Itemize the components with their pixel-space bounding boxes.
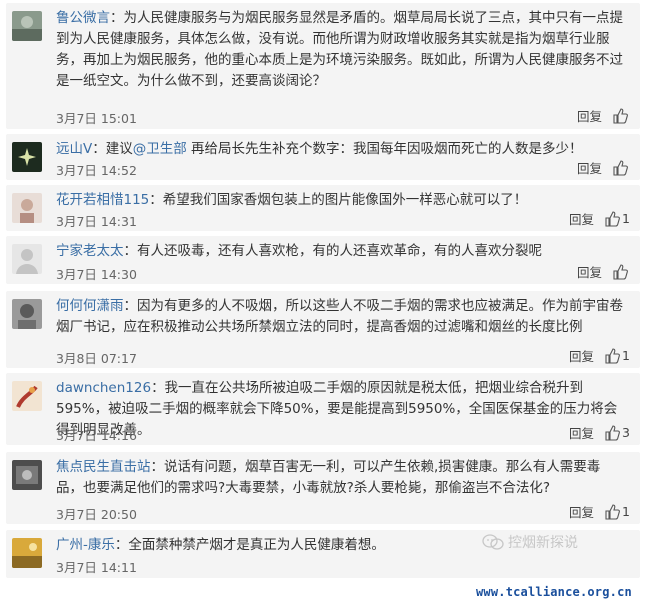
username-link[interactable]: 焦点民生直击站 bbox=[56, 459, 151, 475]
comment-body: ：有人还吸毒，还有人喜欢枪，有的人还喜欢革命，有的人喜欢分裂呢 bbox=[123, 243, 543, 259]
reply-button[interactable]: 回复 bbox=[569, 209, 594, 228]
avatar-image bbox=[12, 538, 42, 568]
comment-body: ：因为有更多的人不吸烟，所以这些人不吸二手烟的需求也应被满足。作为前宇宙卷烟厂书… bbox=[56, 298, 623, 335]
reply-button[interactable]: 回复 bbox=[569, 502, 594, 521]
timestamp: 3月8日 07:17 bbox=[56, 351, 137, 366]
username-link[interactable]: 花开若相惜115 bbox=[56, 192, 149, 208]
mention-link[interactable]: @卫生部 bbox=[133, 141, 187, 157]
timestamp: 3月7日 14:52 bbox=[56, 163, 137, 178]
like-count: 1 bbox=[622, 211, 630, 226]
comment-text: 远山V：建议@卫生部 再给局长先生补充个数字：我国每年因吸烟而死亡的人数是多少！ bbox=[56, 139, 626, 160]
avatar-image bbox=[12, 11, 42, 41]
comment-item: 远山V：建议@卫生部 再给局长先生补充个数字：我国每年因吸烟而死亡的人数是多少！… bbox=[6, 134, 640, 180]
thumbs-up-icon bbox=[605, 503, 620, 520]
site-url: www.tcalliance.org.cn bbox=[476, 585, 632, 599]
comment-text: 焦点民生直击站：说话有问题，烟草百害无一利，可以产生依赖,损害健康。那么有人需要… bbox=[56, 457, 626, 499]
comment-text: 鲁公微言：为人民健康服务与为烟民服务显然是矛盾的。烟草局局长说了三点，其中只有一… bbox=[56, 8, 626, 92]
watermark-text: 控烟新探说 bbox=[508, 535, 578, 551]
thumbs-up-icon bbox=[605, 424, 620, 441]
avatar[interactable] bbox=[12, 538, 42, 568]
comment-text: dawnchen126：我一直在公共场所被迫吸二手烟的原因就是税太低，把烟业综合… bbox=[56, 378, 626, 441]
avatar[interactable] bbox=[12, 244, 42, 274]
like-button[interactable]: 3 bbox=[604, 424, 630, 441]
timestamp: 3月7日 15:01 bbox=[56, 111, 137, 126]
comment-body: ：为人民健康服务与为烟民服务显然是矛盾的。烟草局局长说了三点，其中只有一点提到为… bbox=[56, 10, 623, 89]
watermark: 控烟新探说 bbox=[482, 532, 578, 552]
reply-button[interactable]: 回复 bbox=[569, 423, 594, 442]
avatar-placeholder-icon bbox=[12, 244, 42, 274]
avatar[interactable] bbox=[12, 142, 42, 172]
like-count: 1 bbox=[622, 504, 630, 519]
avatar[interactable] bbox=[12, 11, 42, 41]
thumbs-up-icon bbox=[605, 347, 620, 364]
thumbs-up-icon bbox=[605, 210, 620, 227]
comment-item: 焦点民生直击站：说话有问题，烟草百害无一利，可以产生依赖,损害健康。那么有人需要… bbox=[6, 452, 640, 524]
timestamp: 3月7日 14:30 bbox=[56, 267, 137, 282]
avatar-image bbox=[12, 142, 42, 172]
comment-text: 花开若相惜115：希望我们国家香烟包装上的图片能像国外一样恶心就可以了！ bbox=[56, 190, 626, 211]
like-button[interactable] bbox=[612, 263, 630, 280]
comment-item: 何何何潇雨：因为有更多的人不吸烟，所以这些人不吸二手烟的需求也应被满足。作为前宇… bbox=[6, 291, 640, 368]
thumbs-up-icon bbox=[613, 263, 628, 280]
like-count: 1 bbox=[622, 348, 630, 363]
timestamp: 3月7日 14:11 bbox=[56, 560, 137, 575]
avatar-image bbox=[12, 460, 42, 490]
avatar-image bbox=[12, 381, 42, 411]
reply-button[interactable]: 回复 bbox=[577, 158, 602, 177]
like-button[interactable] bbox=[612, 107, 630, 124]
comment-item: dawnchen126：我一直在公共场所被迫吸二手烟的原因就是税太低，把烟业综合… bbox=[6, 373, 640, 445]
username-link[interactable]: 远山V bbox=[56, 141, 92, 157]
comment-body: 再给局长先生补充个数字：我国每年因吸烟而死亡的人数是多少！ bbox=[186, 141, 583, 157]
comment-body-prefix: ：建议 bbox=[92, 141, 133, 157]
like-button[interactable]: 1 bbox=[604, 503, 630, 520]
username-link[interactable]: 何何何潇雨 bbox=[56, 298, 124, 314]
avatar[interactable] bbox=[12, 460, 42, 490]
username-link[interactable]: 鲁公微言 bbox=[56, 10, 110, 26]
like-button[interactable] bbox=[612, 159, 630, 176]
reply-button[interactable]: 回复 bbox=[577, 106, 602, 125]
thumbs-up-icon bbox=[613, 107, 628, 124]
username-link[interactable]: 宁家老太太 bbox=[56, 243, 124, 259]
avatar-image bbox=[12, 299, 42, 329]
comment-body: ：全面禁种禁产烟才是真正为人民健康着想。 bbox=[114, 537, 385, 553]
reply-button[interactable]: 回复 bbox=[569, 346, 594, 365]
thumbs-up-icon bbox=[613, 159, 628, 176]
avatar[interactable] bbox=[12, 381, 42, 411]
avatar-image bbox=[12, 193, 42, 223]
comment-item: 鲁公微言：为人民健康服务与为烟民服务显然是矛盾的。烟草局局长说了三点，其中只有一… bbox=[6, 3, 640, 129]
username-link[interactable]: 广州-康乐 bbox=[56, 537, 115, 553]
avatar[interactable] bbox=[12, 299, 42, 329]
reply-button[interactable]: 回复 bbox=[577, 262, 602, 281]
comment-item: 花开若相惜115：希望我们国家香烟包装上的图片能像国外一样恶心就可以了！ 3月7… bbox=[6, 185, 640, 231]
username-link[interactable]: dawnchen126 bbox=[56, 380, 151, 396]
like-button[interactable]: 1 bbox=[604, 347, 630, 364]
like-count: 3 bbox=[622, 425, 630, 440]
wechat-icon bbox=[482, 534, 504, 550]
avatar[interactable] bbox=[12, 193, 42, 223]
comment-body: ：希望我们国家香烟包装上的图片能像国外一样恶心就可以了！ bbox=[149, 192, 528, 208]
comment-item: 宁家老太太：有人还吸毒，还有人喜欢枪，有的人还喜欢革命，有的人喜欢分裂呢 3月7… bbox=[6, 236, 640, 284]
timestamp: 3月7日 20:50 bbox=[56, 507, 137, 522]
timestamp: 3月7日 14:16 bbox=[56, 428, 137, 443]
comment-text: 宁家老太太：有人还吸毒，还有人喜欢枪，有的人还喜欢革命，有的人喜欢分裂呢 bbox=[56, 241, 626, 262]
timestamp: 3月7日 14:31 bbox=[56, 214, 137, 229]
like-button[interactable]: 1 bbox=[604, 210, 630, 227]
comment-text: 何何何潇雨：因为有更多的人不吸烟，所以这些人不吸二手烟的需求也应被满足。作为前宇… bbox=[56, 296, 626, 338]
